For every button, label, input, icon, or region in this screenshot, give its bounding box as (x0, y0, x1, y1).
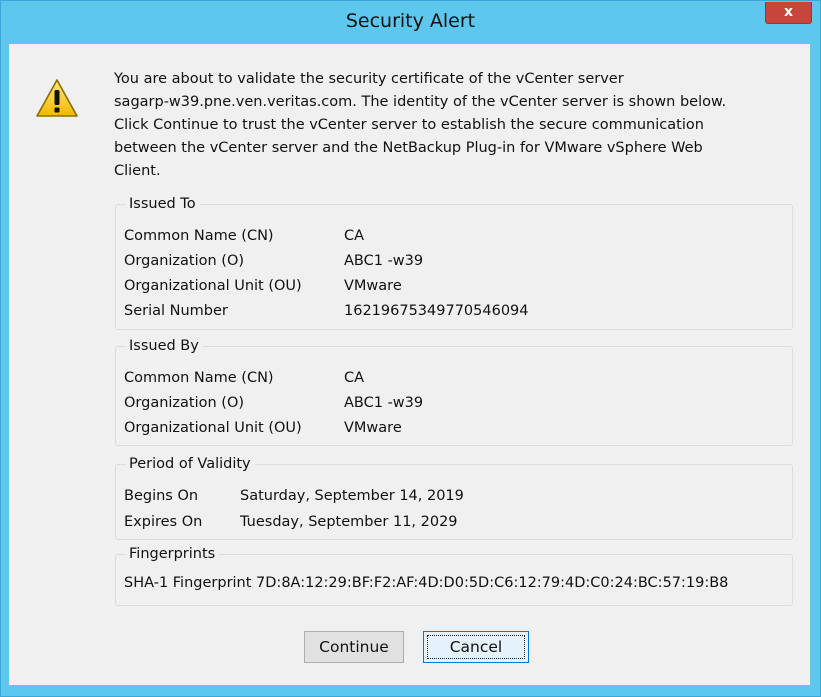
begins-on-label: Begins On (124, 488, 199, 504)
focus-rectangle (427, 635, 525, 659)
issued-by-ou-label: Organizational Unit (OU) (124, 420, 302, 436)
validity-group: Period of Validity Begins On Saturday, S… (115, 453, 793, 540)
issued-by-label: Issued By (126, 335, 203, 357)
issued-to-ou-value: VMware (344, 278, 402, 294)
issued-by-org-value: ABC1 -w39 (344, 395, 424, 411)
dialog-body: You are about to validate the security c… (9, 44, 810, 685)
continue-button[interactable]: Continue (304, 631, 404, 663)
serial-number-value: 16219675349770546094 (344, 303, 529, 319)
issued-by-org-label: Organization (O) (124, 395, 245, 411)
issued-to-ou-label: Organizational Unit (OU) (124, 278, 302, 294)
expires-on-label: Expires On (124, 514, 203, 530)
warning-triangle-icon (36, 79, 78, 117)
issued-to-org-label: Organization (O) (124, 253, 245, 269)
issued-to-cn-label: Common Name (CN) (124, 228, 274, 244)
issued-to-cn-value: CA (344, 228, 365, 244)
cancel-button[interactable]: Cancel (423, 631, 529, 663)
serial-number-label: Serial Number (124, 303, 228, 319)
begins-on-value: Saturday, September 14, 2019 (240, 488, 464, 504)
fingerprints-group: Fingerprints SHA-1 Fingerprint 7D:8A:12:… (115, 543, 793, 606)
dialog-title: Security Alert (345, 10, 476, 32)
expires-on-value: Tuesday, September 11, 2029 (240, 514, 458, 530)
validity-label: Period of Validity (126, 453, 255, 475)
issued-to-label: Issued To (126, 193, 200, 215)
issued-to-group: Issued To Common Name (CN) CA Organizati… (115, 193, 793, 330)
close-button[interactable]: x (765, 2, 812, 24)
sha1-fingerprint: SHA-1 Fingerprint 7D:8A:12:29:BF:F2:AF:4… (124, 575, 729, 591)
issued-by-group: Issued By Common Name (CN) CA Organizati… (115, 335, 793, 446)
issued-by-cn-value: CA (344, 370, 365, 386)
issued-by-cn-label: Common Name (CN) (124, 370, 274, 386)
title-bar[interactable]: Security Alert x (1, 1, 820, 44)
issued-by-ou-value: VMware (344, 420, 402, 436)
alert-message: You are about to validate the security c… (114, 71, 727, 179)
security-alert-dialog: Security Alert x You are about to valida… (0, 0, 821, 697)
issued-to-org-value: ABC1 -w39 (344, 253, 424, 269)
fingerprints-label: Fingerprints (126, 543, 220, 565)
